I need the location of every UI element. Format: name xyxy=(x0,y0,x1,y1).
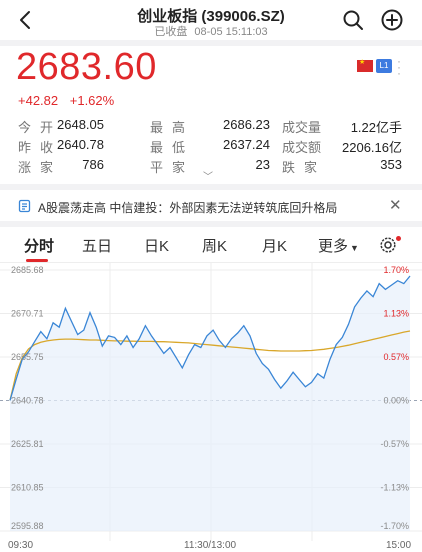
y-tick-label-right: 0.57% xyxy=(383,352,409,362)
y-tick-label-right: -0.57% xyxy=(380,439,409,449)
header-bar: 创业板指 (399006.SZ) 已收盘 08-05 15:11:03 xyxy=(0,0,422,40)
y-tick-label-left: 2595.88 xyxy=(11,521,44,531)
chevron-down-icon[interactable]: ﹀ xyxy=(203,168,213,183)
stats-row: 今开 2648.05 最高 2686.23 成交量 1.22亿手 xyxy=(18,117,406,137)
y-tick-label-left: 2670.71 xyxy=(11,309,44,319)
china-flag-icon xyxy=(357,58,373,72)
stat-value: 2640.78 xyxy=(57,137,104,152)
stat-value: 2206.16亿 xyxy=(342,140,402,155)
search-icon[interactable] xyxy=(341,8,365,32)
status-datetime: 08-05 15:11:03 xyxy=(194,26,268,38)
divider xyxy=(0,221,422,227)
close-icon[interactable]: ✕ xyxy=(389,196,402,214)
news-icon xyxy=(18,199,31,213)
tab-daily-k[interactable]: 日K xyxy=(144,235,169,256)
stat-value: 2686.23 xyxy=(223,117,270,132)
stat-value: 23 xyxy=(255,157,270,172)
stat-label: 成交量 xyxy=(282,120,322,135)
stat-label: 平家 xyxy=(150,160,195,175)
stat-value: 786 xyxy=(82,157,104,172)
y-tick-label-left: 2655.75 xyxy=(11,352,44,362)
tab-more[interactable]: 更多 ▼ xyxy=(318,235,359,256)
current-price: 2683.60 xyxy=(16,46,157,88)
stat-value: 1.22亿手 xyxy=(350,120,402,135)
y-tick-label-right: 0.00% xyxy=(383,396,409,406)
chart-tabs: 分时 五日 日K 周K 月K 更多 ▼ xyxy=(0,229,422,263)
news-ticker[interactable]: A股震荡走高 中信建投：外部因素无法逆转筑底回升格局 ✕ xyxy=(0,192,422,220)
stat-label: 跌家 xyxy=(282,160,327,175)
x-tick-label: 11:30/13:00 xyxy=(184,540,237,551)
stat-label: 涨家 xyxy=(18,160,63,175)
stat-label: 昨收 xyxy=(18,140,63,155)
y-tick-label-right: -1.13% xyxy=(380,483,409,493)
y-tick-label-left: 2640.78 xyxy=(11,396,44,406)
stat-value: 2637.24 xyxy=(223,137,270,152)
notification-dot xyxy=(396,236,401,241)
tab-more-label: 更多 xyxy=(318,238,349,255)
status-label: 已收盘 xyxy=(154,26,188,38)
tab-weekly-k[interactable]: 周K xyxy=(202,235,227,256)
settings-icon[interactable] xyxy=(378,235,398,255)
stats-row: 昨收 2640.78 最低 2637.24 成交额 2206.16亿 xyxy=(18,137,406,157)
y-tick-label-left: 2610.85 xyxy=(11,483,44,493)
price-change: +42.82 +1.62% xyxy=(18,93,122,108)
active-tab-indicator xyxy=(26,259,48,262)
caret-down-icon: ▼ xyxy=(350,243,359,253)
news-headline[interactable]: A股震荡走高 中信建投：外部因素无法逆转筑底回升格局 xyxy=(38,199,337,216)
stat-label: 最高 xyxy=(150,120,195,135)
tab-intraday[interactable]: 分时 xyxy=(24,235,54,256)
price-area-fill xyxy=(10,276,410,531)
y-tick-label-right: 1.13% xyxy=(383,309,409,319)
stat-label: 最低 xyxy=(150,140,195,155)
y-tick-label-right: -1.70% xyxy=(380,521,409,531)
stat-value: 353 xyxy=(380,157,402,172)
tab-five-day[interactable]: 五日 xyxy=(82,235,112,256)
intraday-chart[interactable]: 2685.68 1.70% 2670.71 1.13% 2655.75 0.57% 2640… xyxy=(0,263,422,541)
change-percent: +1.62% xyxy=(69,93,115,108)
x-tick-label: 15:00 xyxy=(386,540,412,551)
y-tick-label-left: 2685.68 xyxy=(11,265,44,275)
x-tick-label: 09:30 xyxy=(8,540,34,551)
tab-monthly-k[interactable]: 月K xyxy=(262,235,287,256)
y-tick-label-right: 1.70% xyxy=(383,265,409,275)
add-watchlist-icon[interactable] xyxy=(380,8,404,32)
stat-label: 成交额 xyxy=(282,140,322,155)
level-badge[interactable]: L1 xyxy=(376,59,392,73)
divider xyxy=(0,184,422,190)
change-amount: +42.82 xyxy=(18,93,59,108)
stat-label: 今开 xyxy=(18,120,63,135)
stat-value: 2648.05 xyxy=(57,117,104,132)
more-vertical-icon[interactable]: · · · xyxy=(397,55,401,79)
y-tick-label-left: 2625.81 xyxy=(11,439,44,449)
